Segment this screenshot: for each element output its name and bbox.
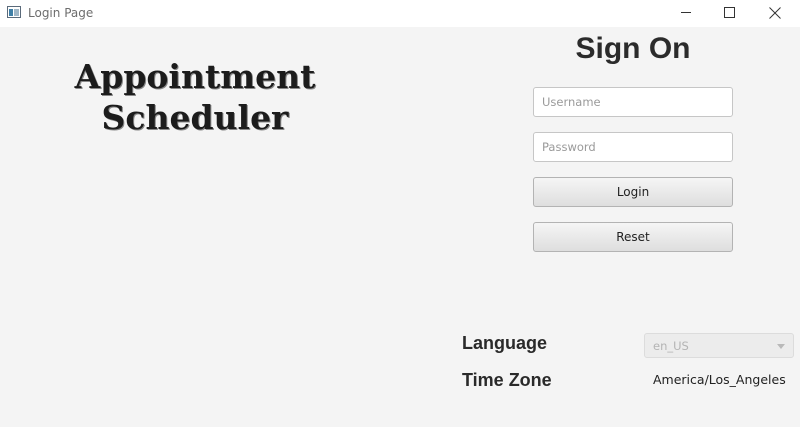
window-title: Login Page	[28, 6, 94, 20]
maximize-button[interactable]	[708, 0, 752, 27]
language-value: en_US	[653, 339, 689, 353]
minimize-button[interactable]	[664, 0, 708, 27]
language-label: Language	[462, 333, 548, 353]
username-input[interactable]	[533, 87, 733, 117]
password-input[interactable]	[533, 132, 733, 162]
app-title-line-1: Appointment	[74, 57, 316, 96]
maximize-icon	[724, 7, 735, 18]
close-icon	[769, 7, 781, 19]
timezone-label: Time Zone	[462, 370, 552, 390]
app-title-line-2: Scheduler	[101, 98, 289, 137]
reset-button[interactable]: Reset	[533, 222, 733, 252]
timezone-value: America/Los_Angeles	[653, 372, 786, 387]
chevron-down-icon	[777, 344, 785, 349]
title-bar: Login Page	[0, 0, 800, 27]
window-app-icon	[7, 6, 21, 18]
language-select[interactable]: en_US	[644, 333, 794, 358]
minimize-icon	[681, 12, 691, 13]
login-button[interactable]: Login	[533, 177, 733, 207]
app-title: Appointment Scheduler	[40, 56, 350, 138]
close-button[interactable]	[753, 0, 797, 27]
sign-on-heading: Sign On	[575, 32, 691, 65]
